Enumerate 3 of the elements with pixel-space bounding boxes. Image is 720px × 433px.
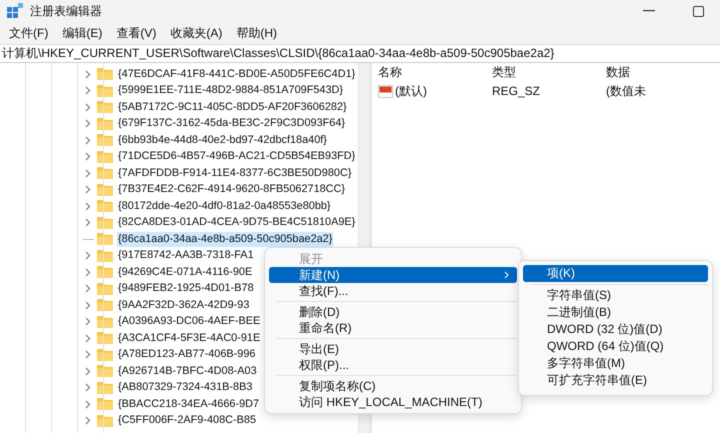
value-type: REG_SZ <box>492 84 542 98</box>
value-data: (数值未 <box>606 82 647 100</box>
window-title: 注册表编辑器 <box>30 2 102 20</box>
